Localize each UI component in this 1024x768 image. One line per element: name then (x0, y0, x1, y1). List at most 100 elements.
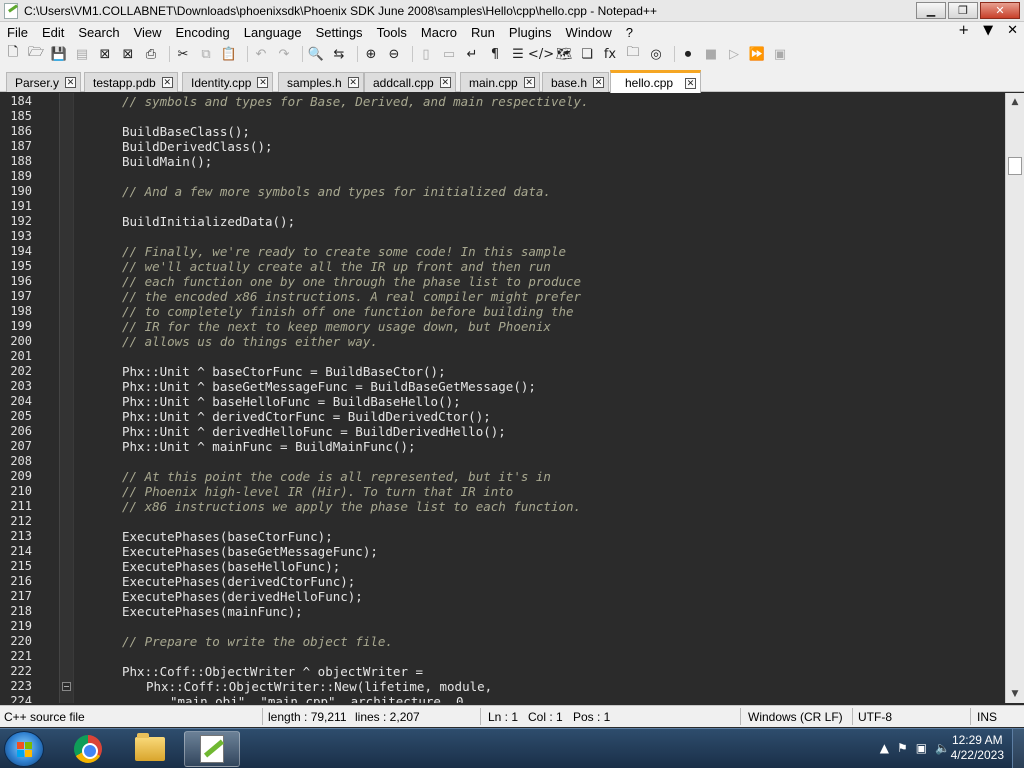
menu-edit[interactable]: Edit (35, 25, 71, 40)
code-line[interactable]: 202 Phx::Unit ^ baseCtorFunc = BuildBaseC… (0, 364, 1005, 379)
minimize-button[interactable]: ▁ (916, 2, 946, 19)
code-line[interactable]: 199 // IR for the next to keep memory usa… (0, 319, 1005, 334)
code-line[interactable]: 195 // we'll actually create all the IR u… (0, 259, 1005, 274)
close-tab-icon[interactable]: ✕ (257, 77, 269, 88)
open-file-icon[interactable]: 🗁 (27, 45, 45, 63)
folder-workspace-icon[interactable]: 🗀 (624, 45, 642, 63)
code-line[interactable]: 200 // allows us do things either way. (0, 334, 1005, 349)
code-line[interactable]: 217 ExecutePhases(derivedHelloFunc); (0, 589, 1005, 604)
menu-run[interactable]: Run (464, 25, 502, 40)
clock[interactable]: 12:29 AM 4/22/2023 (951, 733, 1004, 763)
code-line[interactable]: 186 BuildBaseClass(); (0, 124, 1005, 139)
tab-addcall-cpp[interactable]: addcall.cpp ✕ (364, 72, 456, 92)
code-line[interactable]: 193 (0, 229, 1005, 244)
code-line[interactable]: 220 // Prepare to write the object file. (0, 634, 1005, 649)
close-document-icon[interactable]: ✕ (1007, 23, 1018, 38)
record-macro-icon[interactable]: ⏺ (679, 45, 697, 63)
close-tab-icon[interactable]: ✕ (685, 77, 697, 89)
code-line[interactable]: 191 (0, 199, 1005, 214)
code-editor[interactable]: 184 // symbols and types for Base, Derive… (0, 93, 1024, 703)
word-wrap-icon[interactable]: ↵ (463, 45, 481, 63)
menu-file[interactable]: File (0, 25, 35, 40)
code-line[interactable]: 210 // Phoenix high-level IR (Hir). To tu… (0, 484, 1005, 499)
code-line[interactable]: 204 Phx::Unit ^ baseHelloFunc = BuildBase… (0, 394, 1005, 409)
sync-vertical-icon[interactable]: ▯ (417, 45, 435, 63)
tab-identity-cpp[interactable]: Identity.cpp ✕ (182, 72, 274, 92)
code-line[interactable]: 209 // At this point the code is all repr… (0, 469, 1005, 484)
close-tab-icon[interactable]: ✕ (593, 77, 605, 88)
scrollbar-thumb[interactable] (1008, 157, 1022, 175)
save-all-icon[interactable]: ▤ (73, 45, 91, 63)
restore-button[interactable]: ❐ (948, 2, 978, 19)
tab-main-cpp[interactable]: main.cpp ✕ (460, 72, 540, 92)
menu-view[interactable]: View (127, 25, 169, 40)
zoom-out-icon[interactable]: ⊖ (385, 45, 403, 63)
undo-icon[interactable]: ↶ (252, 45, 270, 63)
menu-plugins[interactable]: Plugins (502, 25, 559, 40)
menu-search[interactable]: Search (71, 25, 126, 40)
menu-tools[interactable]: Tools (370, 25, 414, 40)
vertical-scrollbar[interactable]: ▲ ▼ (1005, 93, 1024, 703)
scroll-down-icon[interactable]: ▼ (1008, 687, 1022, 701)
close-tab-icon[interactable]: ✕ (347, 77, 359, 88)
taskbar-explorer[interactable] (122, 731, 178, 767)
code-line[interactable]: 223 Phx::Coff::ObjectWriter::New(lifetime… (0, 679, 1005, 694)
code-line[interactable]: 213 ExecutePhases(baseCtorFunc); (0, 529, 1005, 544)
code-line[interactable]: 207 Phx::Unit ^ mainFunc = BuildMainFunc(… (0, 439, 1005, 454)
language-icon[interactable]: </> (528, 45, 554, 63)
zoom-in-icon[interactable]: ⊕ (362, 45, 380, 63)
code-line[interactable]: 224 "main.obj", "main.cpp", architecture,… (0, 694, 1005, 703)
redo-icon[interactable]: ↷ (275, 45, 293, 63)
code-line[interactable]: 187 BuildDerivedClass(); (0, 139, 1005, 154)
code-line[interactable]: 214 ExecutePhases(baseGetMessageFunc); (0, 544, 1005, 559)
stop-macro-icon[interactable]: ■ (702, 45, 720, 63)
close-all-icon[interactable]: ⊠ (119, 45, 137, 63)
close-file-icon[interactable]: ⊠ (96, 45, 114, 63)
code-line[interactable]: 219 (0, 619, 1005, 634)
close-tab-icon[interactable]: ✕ (523, 77, 535, 88)
find-icon[interactable]: 🔍 (307, 45, 325, 63)
code-line[interactable]: 196 // each function one by one through t… (0, 274, 1005, 289)
run-macro-multiple-icon[interactable]: ⏩ (748, 45, 766, 63)
code-line[interactable]: 201 (0, 349, 1005, 364)
paste-icon[interactable]: 📋 (220, 45, 238, 63)
eol-format[interactable]: Windows (CR LF) (748, 710, 843, 724)
close-button[interactable]: ✕ (980, 2, 1020, 19)
tab-samples-h[interactable]: samples.h ✕ (278, 72, 364, 92)
code-line[interactable]: 215 ExecutePhases(baseHelloFunc); (0, 559, 1005, 574)
insert-mode[interactable]: INS (977, 710, 997, 724)
code-line[interactable]: 198 // to completely finish off one funct… (0, 304, 1005, 319)
doc-list-icon[interactable]: ❏ (578, 45, 596, 63)
menu-settings[interactable]: Settings (309, 25, 370, 40)
tab-parser-y[interactable]: Parser.y ✕ (6, 72, 82, 92)
code-line[interactable]: 188 BuildMain(); (0, 154, 1005, 169)
menu-encoding[interactable]: Encoding (169, 25, 237, 40)
code-line[interactable]: 190 // And a few more symbols and types f… (0, 184, 1005, 199)
tab-testapp-pdb[interactable]: testapp.pdb ✕ (84, 72, 178, 92)
cut-icon[interactable]: ✂ (174, 45, 192, 63)
code-line[interactable]: 184 // symbols and types for Base, Derive… (0, 94, 1005, 109)
chevron-down-icon[interactable]: ▼ (983, 23, 993, 38)
code-line[interactable]: 194 // Finally, we're ready to create som… (0, 244, 1005, 259)
show-desktop-button[interactable] (1012, 729, 1024, 768)
code-line[interactable]: 211 // x86 instructions we apply the phas… (0, 499, 1005, 514)
code-line[interactable]: 218 ExecutePhases(mainFunc); (0, 604, 1005, 619)
volume-icon[interactable]: 🔈 (935, 741, 950, 755)
menu-macro[interactable]: Macro (414, 25, 464, 40)
code-line[interactable]: 221 (0, 649, 1005, 664)
scroll-up-icon[interactable]: ▲ (1008, 95, 1022, 109)
add-icon[interactable]: + (958, 23, 969, 38)
menu-language[interactable]: Language (237, 25, 309, 40)
tab-base-h[interactable]: base.h ✕ (542, 72, 610, 92)
flag-icon[interactable]: ⚑ (897, 741, 908, 755)
save-icon[interactable]: 💾 (50, 45, 68, 63)
monitoring-icon[interactable]: ◎ (647, 45, 665, 63)
encoding[interactable]: UTF-8 (858, 710, 892, 724)
code-line[interactable]: 203 Phx::Unit ^ baseGetMessageFunc = Buil… (0, 379, 1005, 394)
code-line[interactable]: 197 // the encoded x86 instructions. A re… (0, 289, 1005, 304)
code-line[interactable]: 222 Phx::Coff::ObjectWriter ^ objectWrite… (0, 664, 1005, 679)
code-line[interactable]: 216 ExecutePhases(derivedCtorFunc); (0, 574, 1005, 589)
replace-icon[interactable]: ⇆ (330, 45, 348, 63)
code-line[interactable]: 205 Phx::Unit ^ derivedCtorFunc = BuildDe… (0, 409, 1005, 424)
close-tab-icon[interactable]: ✕ (65, 77, 77, 88)
